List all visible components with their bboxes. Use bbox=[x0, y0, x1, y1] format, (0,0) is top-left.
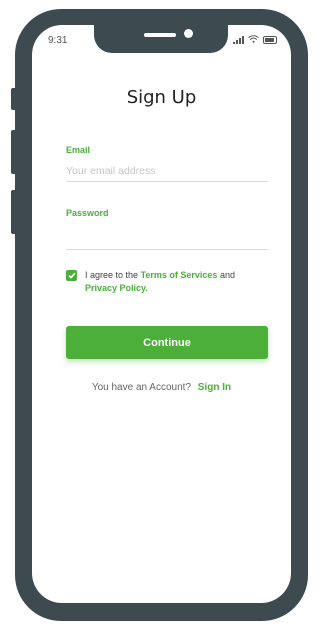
agree-checkbox[interactable] bbox=[66, 270, 77, 281]
status-icons bbox=[233, 35, 277, 45]
camera bbox=[184, 29, 193, 38]
terms-agreement: I agree to the Terms of Services and Pri… bbox=[66, 269, 276, 295]
password-field[interactable] bbox=[66, 229, 268, 250]
phone-screen: 9:31 Sign Up Email Password bbox=[32, 25, 291, 603]
signin-prompt-row: You have an Account? Sign In bbox=[32, 382, 291, 393]
password-label: Password bbox=[66, 208, 109, 218]
email-label: Email bbox=[66, 145, 91, 155]
agreement-text: I agree to the Terms of Services and Pri… bbox=[85, 269, 235, 295]
privacy-link[interactable]: Privacy Policy. bbox=[85, 283, 148, 293]
terms-link[interactable]: Terms of Services bbox=[141, 270, 218, 280]
stage: 9:31 Sign Up Email Password bbox=[0, 0, 310, 624]
agreement-prefix: I agree to the bbox=[85, 270, 139, 280]
battery-icon bbox=[263, 36, 277, 44]
phone-frame: 9:31 Sign Up Email Password bbox=[15, 9, 308, 621]
agreement-conjunction: and bbox=[219, 270, 235, 280]
signin-link[interactable]: Sign In bbox=[198, 382, 231, 393]
account-prompt: You have an Account? bbox=[91, 382, 192, 393]
continue-button[interactable]: Continue bbox=[66, 326, 268, 359]
speaker bbox=[144, 33, 176, 37]
email-field[interactable] bbox=[66, 165, 268, 182]
notch bbox=[94, 25, 228, 53]
signal-icon bbox=[233, 36, 244, 44]
check-icon bbox=[67, 272, 76, 279]
wifi-icon bbox=[248, 35, 259, 45]
page-title: Sign Up bbox=[126, 87, 197, 108]
status-time: 9:31 bbox=[48, 35, 68, 46]
